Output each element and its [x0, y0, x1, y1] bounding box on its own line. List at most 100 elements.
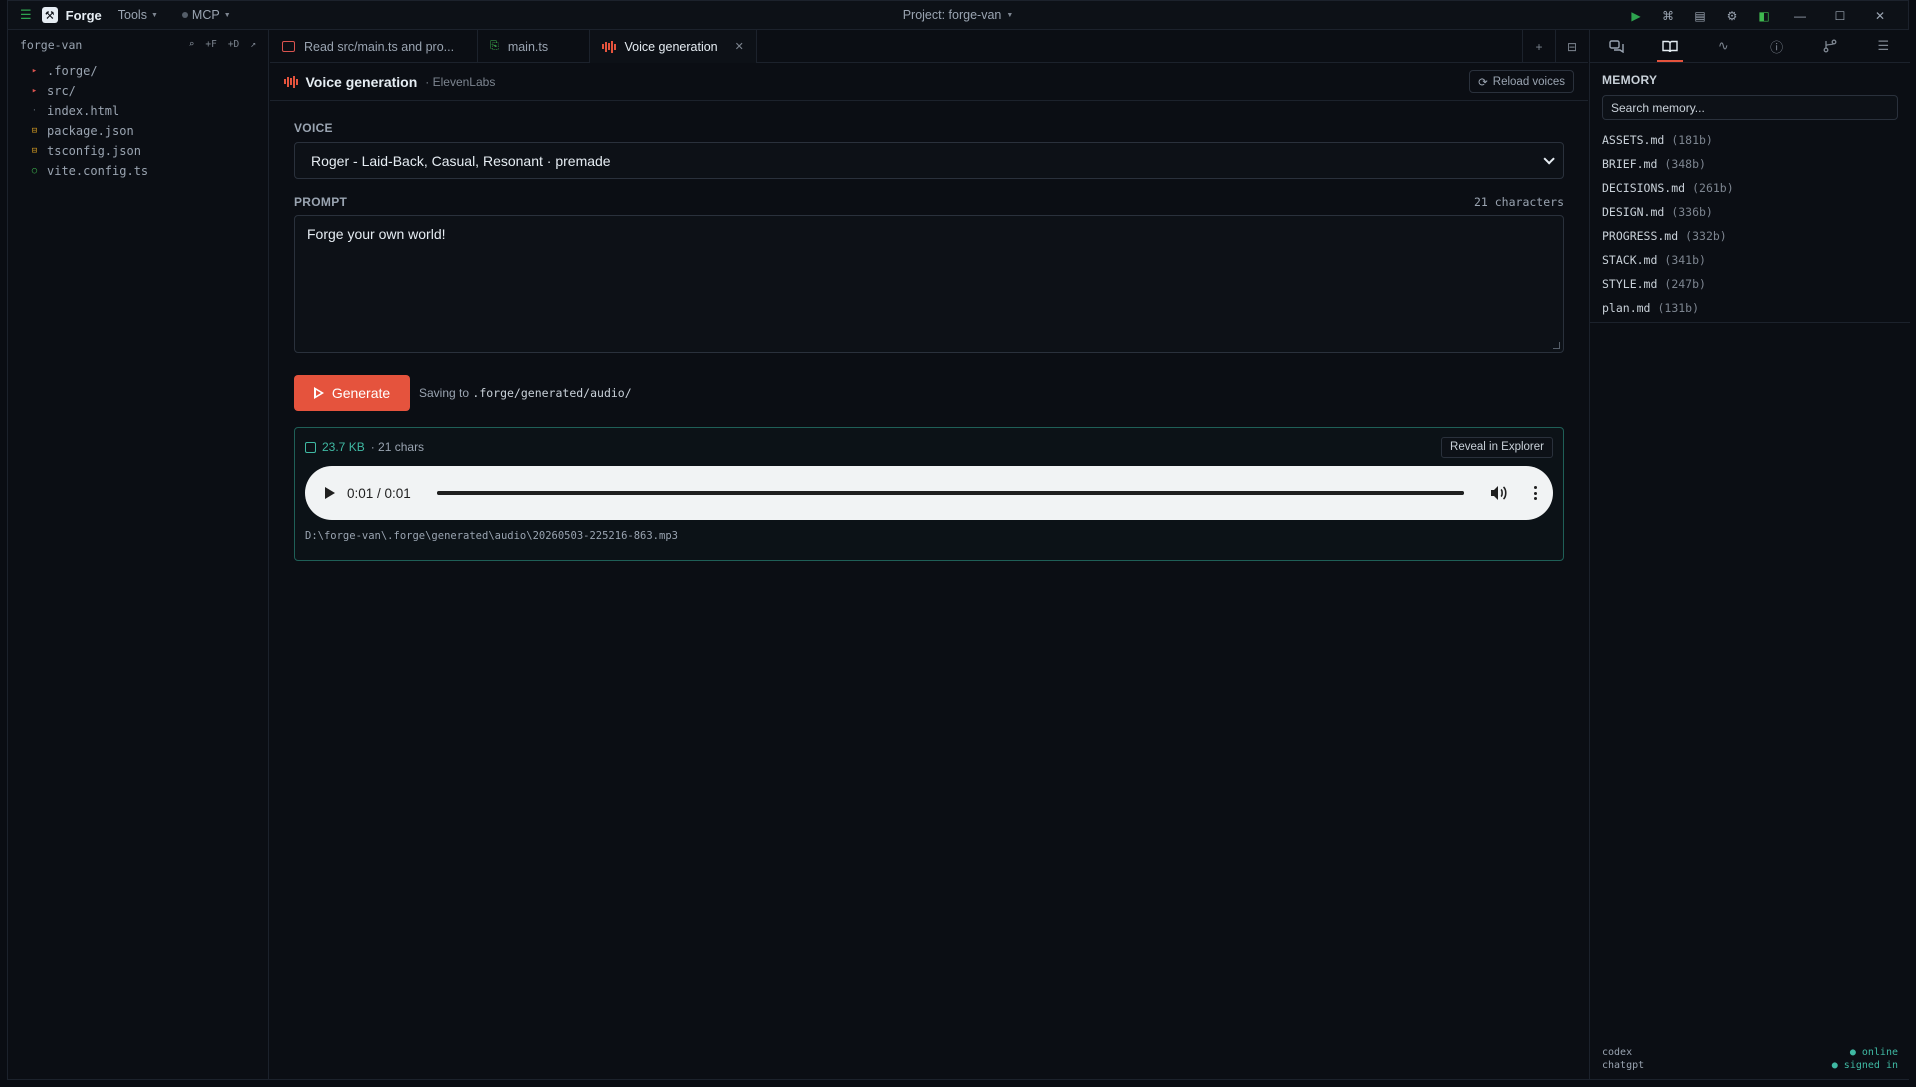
app-name: Forge	[65, 7, 102, 23]
split-view-icon[interactable]: ⊟	[1555, 30, 1588, 63]
save-icon	[305, 441, 316, 453]
right-panel-tabs: ∿ ⓘ ☰	[1590, 30, 1910, 63]
chat-bubble-icon	[282, 41, 295, 52]
mcp-menu-label: MCP	[191, 8, 220, 22]
voice-select[interactable]: Roger - Laid-Back, Casual, Resonant · pr…	[294, 142, 1564, 179]
generate-label: Generate	[331, 385, 391, 401]
project-name: Project: forge-van	[902, 8, 1002, 22]
memory-book-icon[interactable]	[1643, 30, 1696, 62]
audio-play-icon[interactable]	[325, 487, 335, 499]
right-panel: ∿ ⓘ ☰ MEMORY ASSETS.md (181b) BRIEF.md (34…	[1589, 30, 1910, 1079]
panel-toggle-icon[interactable]: ◧	[1748, 1, 1780, 30]
mcp-menu[interactable]: MCP ▼	[181, 8, 231, 22]
explorer-search-icon[interactable]: ⌕	[189, 39, 195, 50]
agent-name: chatgpt	[1602, 1060, 1645, 1071]
file-json-icon: ⊟	[31, 126, 38, 136]
memory-item[interactable]: PROGRESS.md (332b)	[1602, 224, 1898, 248]
generation-result-card: 23.7 KB · 21 chars Reveal in Explorer 0:…	[294, 427, 1564, 561]
minimize-icon[interactable]: —	[1780, 1, 1820, 30]
reload-voices-button[interactable]: ⟳ Reload voices	[1469, 70, 1574, 93]
hamburger-icon[interactable]: ☰	[20, 7, 32, 23]
tree-item-package-json[interactable]: ⊟ package.json	[8, 121, 268, 141]
provider-label: · ElevenLabs	[425, 74, 496, 89]
memory-item-name: plan.md	[1602, 301, 1651, 315]
saving-prefix: Saving to	[419, 386, 470, 400]
tree-item-index-html[interactable]: · index.html	[8, 101, 268, 121]
tools-menu-label: Tools	[117, 8, 147, 22]
tree-item-src-folder[interactable]: ▸ src/	[8, 81, 268, 101]
command-icon[interactable]: ⌘	[1652, 1, 1684, 30]
memory-item-name: DESIGN.md	[1602, 205, 1665, 219]
saving-path-info: Saving to .forge/generated/audio/	[419, 386, 632, 400]
tab-bar: Read src/main.ts and pro... ⎘ main.ts Vo…	[270, 30, 1588, 63]
prompt-textarea[interactable]: Forge your own world!	[294, 215, 1564, 353]
app-brand[interactable]: ⚒ Forge	[41, 7, 102, 23]
memory-item[interactable]: DESIGN.md (336b)	[1602, 200, 1898, 224]
memory-item[interactable]: STYLE.md (247b)	[1602, 272, 1898, 296]
resize-handle-icon[interactable]	[1553, 342, 1560, 349]
collapse-icon[interactable]: ↗	[250, 39, 256, 50]
volume-icon[interactable]	[1490, 485, 1508, 501]
memory-item[interactable]: BRIEF.md (348b)	[1602, 152, 1898, 176]
status-dot-icon	[181, 12, 188, 18]
activity-icon[interactable]: ∿	[1697, 30, 1750, 62]
project-selector[interactable]: Project: forge-van ▼	[903, 8, 1014, 22]
audio-seek-bar[interactable]	[436, 491, 1464, 495]
memory-item[interactable]: DECISIONS.md (261b)	[1602, 176, 1898, 200]
memory-item[interactable]: STACK.md (341b)	[1602, 248, 1898, 272]
voice-label: VOICE	[294, 121, 333, 135]
git-branch-icon[interactable]	[1803, 30, 1856, 62]
saving-path: .forge/generated/audio/	[472, 386, 632, 400]
memory-item-name: STACK.md	[1602, 253, 1658, 267]
tree-item-label: .forge/	[47, 64, 98, 78]
tree-item-vite-config[interactable]: ○ vite.config.ts	[8, 161, 268, 181]
maximize-icon[interactable]: ☐	[1820, 1, 1860, 30]
checklist-icon[interactable]: ☰	[1857, 30, 1910, 62]
list-icon[interactable]: ▤	[1684, 1, 1716, 30]
more-options-icon[interactable]	[1534, 486, 1537, 500]
reload-voices-label: Reload voices	[1492, 75, 1565, 88]
memory-item[interactable]: ASSETS.md (181b)	[1602, 128, 1898, 152]
tab-voice-generation[interactable]: Voice generation ✕	[590, 30, 757, 63]
app-window: ☰ ⚒ Forge Tools ▼ MCP ▼ Project: forge-v…	[7, 0, 1910, 1080]
memory-item-name: BRIEF.md	[1602, 157, 1658, 171]
waveform-icon	[602, 40, 616, 53]
settings-gear-icon[interactable]: ⚙	[1716, 1, 1748, 30]
tab-main-ts[interactable]: ⎘ main.ts	[478, 30, 590, 63]
file-size: 23.7 KB	[322, 440, 365, 454]
memory-item-name: PROGRESS.md	[1602, 229, 1679, 243]
tree-item-tsconfig-json[interactable]: ⊟ tsconfig.json	[8, 141, 268, 161]
new-file-button[interactable]: +F	[205, 39, 216, 50]
run-play-icon[interactable]: ▶	[1620, 1, 1652, 30]
tree-item-label: src/	[47, 84, 76, 98]
caret-down-icon: ▼	[223, 11, 231, 19]
panel-title: Voice generation	[305, 73, 418, 90]
new-folder-button[interactable]: +D	[228, 39, 239, 50]
panel-header: Voice generation · ElevenLabs ⟳ Reload v…	[270, 63, 1588, 101]
memory-item[interactable]: plan.md (131b)	[1602, 296, 1898, 320]
result-char-count: · 21 chars	[370, 440, 425, 454]
memory-item-size: (341b)	[1664, 253, 1706, 267]
info-icon[interactable]: ⓘ	[1750, 30, 1803, 62]
refresh-icon: ⟳	[1478, 76, 1488, 89]
new-tab-plus-icon[interactable]: +	[1522, 30, 1555, 63]
tab-label: main.ts	[507, 39, 549, 54]
prompt-label: PROMPT	[294, 195, 348, 209]
agent-name: codex	[1602, 1047, 1633, 1058]
memory-item-name: DECISIONS.md	[1602, 181, 1686, 195]
tools-menu[interactable]: Tools ▼	[118, 8, 158, 22]
audio-time: 0:01 / 0:01	[347, 485, 411, 501]
forge-logo-icon: ⚒	[41, 7, 58, 23]
memory-item-size: (336b)	[1671, 205, 1713, 219]
editor-area: Read src/main.ts and pro... ⎘ main.ts Vo…	[270, 30, 1588, 1079]
tree-item-forge-folder[interactable]: ▸ .forge/	[8, 61, 268, 81]
caret-down-icon: ▼	[150, 11, 158, 19]
tab-chat[interactable]: Read src/main.ts and pro...	[270, 30, 478, 63]
memory-search-input[interactable]	[1602, 95, 1898, 120]
close-icon[interactable]: ✕	[735, 40, 744, 53]
chat-tab-icon[interactable]	[1590, 30, 1643, 62]
memory-item-size: (348b)	[1664, 157, 1706, 171]
reveal-in-explorer-button[interactable]: Reveal in Explorer	[1441, 436, 1553, 458]
generate-button[interactable]: Generate	[294, 375, 410, 411]
window-close-icon[interactable]: ✕	[1860, 1, 1900, 30]
